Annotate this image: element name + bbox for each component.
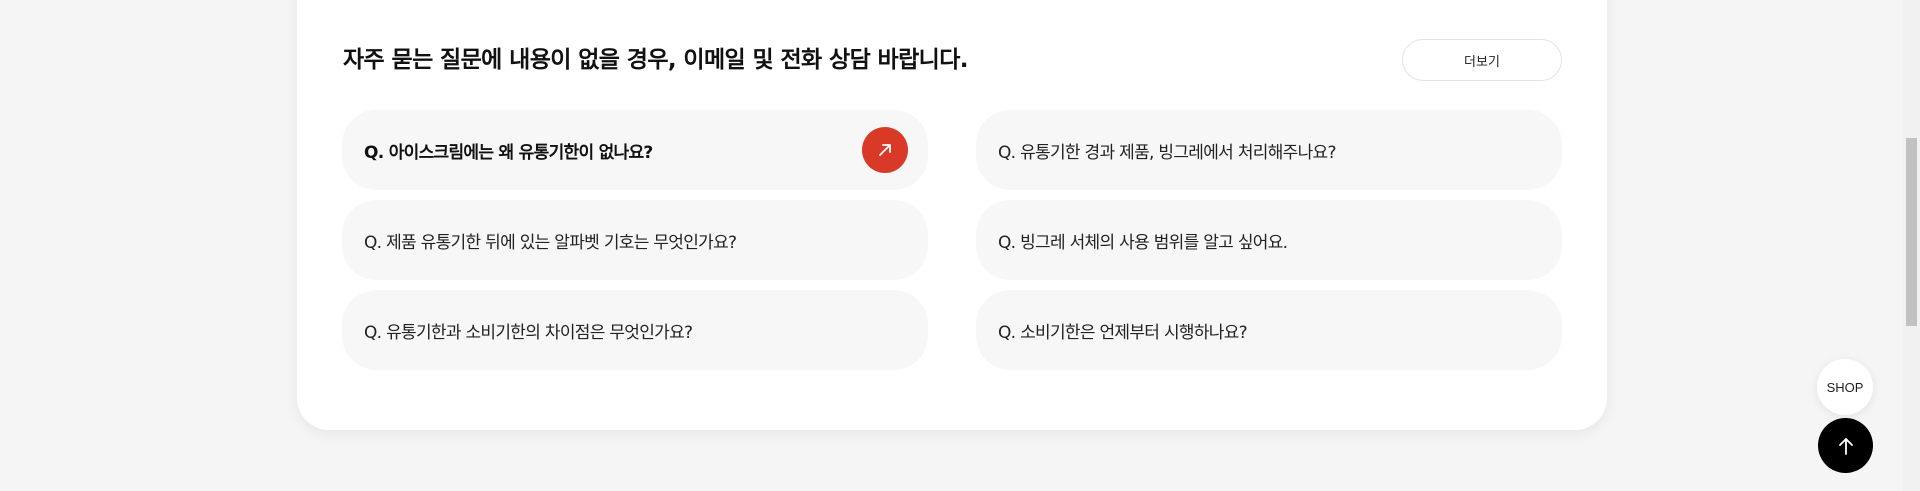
faq-item[interactable]: Q. 유통기한과 소비기한의 차이점은 무엇인가요?	[342, 290, 928, 370]
faq-question: Q. 소비기한은 언제부터 시행하나요?	[998, 322, 1248, 343]
scroll-top-button[interactable]	[1818, 418, 1873, 473]
faq-question: Q. 제품 유통기한 뒤에 있는 알파벳 기호는 무엇인가요?	[364, 232, 737, 253]
faq-question: Q. 아이스크림에는 왜 유통기한이 없나요?	[364, 142, 653, 163]
faq-item[interactable]: Q. 소비기한은 언제부터 시행하나요?	[976, 290, 1562, 370]
faq-item[interactable]: Q. 아이스크림에는 왜 유통기한이 없나요?	[342, 110, 928, 190]
faq-item[interactable]: Q. 제품 유통기한 뒤에 있는 알파벳 기호는 무엇인가요?	[342, 200, 928, 280]
arrow-up-right-icon[interactable]	[862, 127, 908, 173]
scrollbar-thumb[interactable]	[1906, 138, 1917, 326]
more-button[interactable]: 더보기	[1402, 39, 1562, 81]
arrow-up-icon	[1838, 437, 1853, 455]
faq-item[interactable]: Q. 유통기한 경과 제품, 빙그레에서 처리해주나요?	[976, 110, 1562, 190]
faq-question: Q. 유통기한과 소비기한의 차이점은 무엇인가요?	[364, 322, 693, 343]
faq-question: Q. 유통기한 경과 제품, 빙그레에서 처리해주나요?	[998, 142, 1336, 163]
faq-item[interactable]: Q. 빙그레 서체의 사용 범위를 알고 싶어요.	[976, 200, 1562, 280]
faq-heading: 자주 묻는 질문에 내용이 없을 경우, 이메일 및 전화 상담 바랍니다.	[343, 47, 969, 73]
shop-button[interactable]: SHOP	[1817, 359, 1873, 415]
faq-question: Q. 빙그레 서체의 사용 범위를 알고 싶어요.	[998, 232, 1288, 253]
